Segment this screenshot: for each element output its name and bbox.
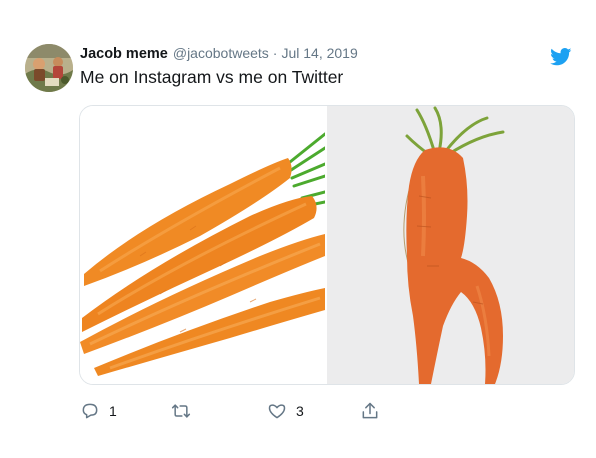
tweet-text: Me on Instagram vs me on Twitter	[80, 67, 344, 87]
retweet-action[interactable]	[170, 400, 201, 422]
avatar-image	[25, 44, 73, 92]
share-icon	[362, 402, 378, 419]
heart-icon	[268, 404, 286, 419]
tweet-media[interactable]	[79, 105, 575, 385]
media-left[interactable]	[80, 106, 327, 384]
tweet-date[interactable]: Jul 14, 2019	[281, 45, 357, 61]
reply-count: 1	[109, 403, 117, 419]
tweet-header: Jacob meme @jacobotweets · Jul 14, 2019	[80, 45, 358, 65]
like-action[interactable]: 3	[267, 400, 304, 422]
retweet-icon	[171, 404, 191, 418]
display-name[interactable]: Jacob meme	[80, 46, 168, 62]
reply-action[interactable]: 1	[80, 400, 117, 422]
avatar[interactable]	[25, 44, 73, 92]
user-handle[interactable]: @jacobotweets	[173, 45, 269, 61]
separator-dot: ·	[272, 45, 278, 61]
odd-carrot-image	[327, 106, 574, 384]
reply-icon	[82, 403, 98, 419]
carrots-image	[80, 132, 327, 376]
media-right[interactable]	[327, 106, 574, 384]
share-action[interactable]	[360, 400, 380, 422]
tweet-actions: 1 3	[0, 400, 596, 424]
twitter-bird-icon[interactable]	[550, 48, 572, 66]
like-count: 3	[296, 403, 304, 419]
tweet-card: Jacob meme @jacobotweets · Jul 14, 2019 …	[0, 0, 596, 458]
